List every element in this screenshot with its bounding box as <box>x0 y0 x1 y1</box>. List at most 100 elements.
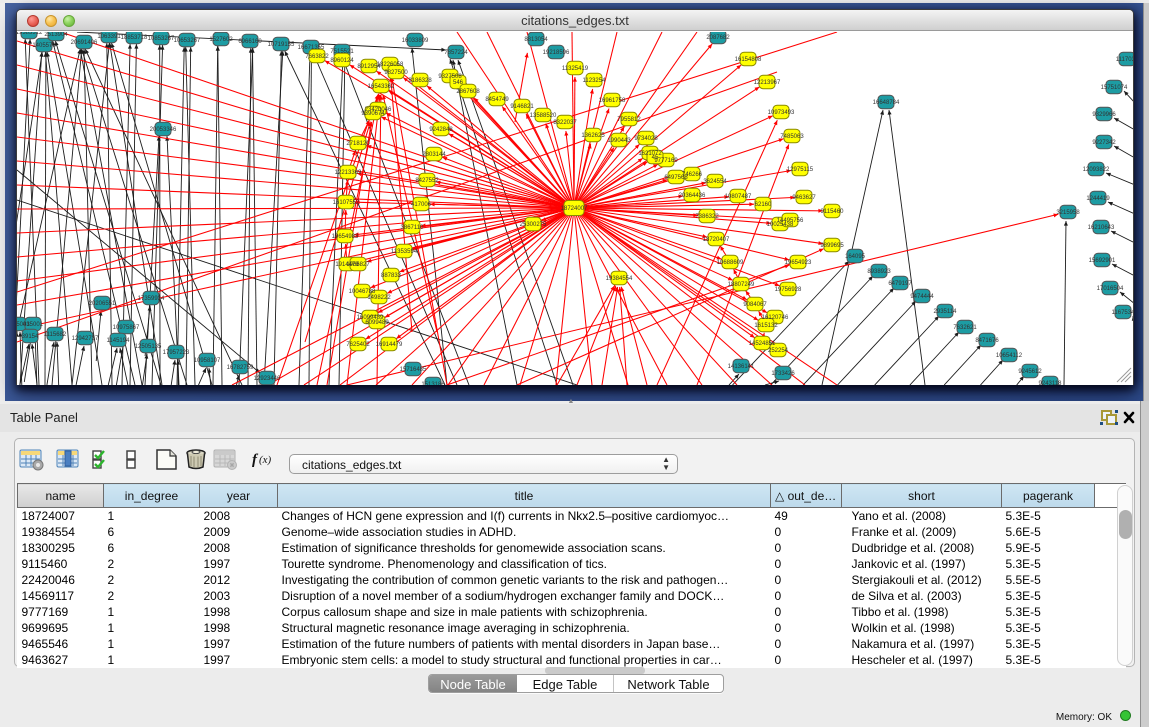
svg-text:15692901: 15692901 <box>1089 258 1116 264</box>
svg-text:62160: 62160 <box>755 202 772 208</box>
svg-text:7857224: 7857224 <box>444 50 468 56</box>
svg-text:7663822: 7663822 <box>305 54 329 60</box>
svg-text:1145194: 1145194 <box>107 338 131 344</box>
svg-text:(x): (x) <box>259 454 272 466</box>
svg-text:10973493: 10973493 <box>768 110 795 116</box>
svg-text:6099489: 6099489 <box>365 320 389 326</box>
svg-text:45: 45 <box>652 155 659 161</box>
svg-text:8960124: 8960124 <box>330 58 354 64</box>
svg-text:8186328: 8186328 <box>408 78 432 84</box>
svg-text:2867608: 2867608 <box>456 89 480 95</box>
svg-text:16210643: 16210643 <box>1088 225 1115 231</box>
svg-text:16782759: 16782759 <box>227 365 254 371</box>
svg-text:1362625: 1362625 <box>581 133 605 139</box>
svg-text:19384554: 19384554 <box>606 276 633 282</box>
svg-text:7625402: 7625402 <box>346 342 370 348</box>
svg-text:19756928: 19756928 <box>775 287 802 293</box>
svg-text:8322037: 8322037 <box>553 120 577 126</box>
svg-text:417006: 417006 <box>411 202 432 208</box>
svg-text:20053346: 20053346 <box>150 127 177 133</box>
svg-text:2935114: 2935114 <box>934 309 958 315</box>
svg-text:1123254: 1123254 <box>583 78 607 84</box>
svg-text:14136141: 14136141 <box>728 364 755 370</box>
svg-text:10654112: 10654112 <box>996 353 1023 359</box>
svg-text:8427552: 8427552 <box>415 178 439 184</box>
svg-text:18807249: 18807249 <box>728 282 755 288</box>
svg-text:10653267: 10653267 <box>174 38 201 44</box>
svg-text:1498222: 1498222 <box>367 295 391 301</box>
svg-text:7955812: 7955812 <box>617 117 641 123</box>
svg-text:12975115: 12975115 <box>787 167 814 173</box>
svg-text:3867110: 3867110 <box>401 225 425 231</box>
svg-text:14495756: 14495756 <box>777 218 804 224</box>
svg-text:10958107: 10958107 <box>194 358 221 364</box>
svg-text:1063391: 1063391 <box>97 34 121 40</box>
svg-text:12942737: 12942737 <box>72 336 99 342</box>
svg-text:20691406: 20691406 <box>71 40 98 46</box>
svg-text:7386322: 7386322 <box>695 214 719 220</box>
svg-text:9115460: 9115460 <box>821 209 845 215</box>
svg-text:9734028: 9734028 <box>634 136 658 142</box>
svg-text:2718120: 2718120 <box>346 141 370 147</box>
svg-text:887833: 887833 <box>381 273 402 279</box>
svg-text:15751074: 15751074 <box>1101 85 1128 91</box>
svg-text:16961758: 16961758 <box>599 98 626 104</box>
svg-text:11353594: 11353594 <box>391 249 418 255</box>
svg-text:16120746: 16120746 <box>762 315 789 321</box>
svg-text:2513904: 2513904 <box>44 32 68 38</box>
svg-text:8938923: 8938923 <box>867 269 891 275</box>
svg-text:16154808: 16154808 <box>735 57 762 63</box>
svg-text:1244419: 1244419 <box>1086 196 1110 202</box>
svg-text:1167534: 1167534 <box>1112 310 1133 316</box>
svg-text:10975867: 10975867 <box>113 325 140 331</box>
svg-text:6479197: 6479197 <box>888 281 912 287</box>
svg-text:8813054: 8813054 <box>524 37 548 43</box>
svg-text:7632621: 7632621 <box>953 325 977 331</box>
svg-text:9227342: 9227342 <box>1092 140 1116 146</box>
svg-text:15716485: 15716485 <box>400 367 427 373</box>
svg-text:1117034: 1117034 <box>1116 57 1133 63</box>
svg-text:20206551: 20206551 <box>89 301 116 307</box>
svg-text:1966827: 1966827 <box>346 262 370 268</box>
svg-text:9146821: 9146821 <box>510 104 534 110</box>
svg-text:8471676: 8471676 <box>975 338 999 344</box>
svg-text:9242848: 9242848 <box>429 127 453 133</box>
svg-text:16543362: 16543362 <box>368 84 395 90</box>
svg-text:16033809: 16033809 <box>402 38 429 44</box>
svg-text:6966160: 6966160 <box>238 39 262 45</box>
svg-text:1990443: 1990443 <box>607 138 631 144</box>
svg-text:3215958: 3215958 <box>1056 210 1080 216</box>
svg-text:19654923: 19654923 <box>785 260 812 266</box>
svg-text:17359934: 17359934 <box>138 296 165 302</box>
svg-text:18853718: 18853718 <box>121 35 148 41</box>
svg-text:10807487: 10807487 <box>725 194 752 200</box>
svg-text:1621072: 1621072 <box>638 151 662 157</box>
svg-text:435001: 435001 <box>23 322 44 328</box>
svg-text:12505135: 12505135 <box>135 344 162 350</box>
svg-text:16648784: 16648784 <box>873 100 900 106</box>
svg-text:10719155: 10719155 <box>268 42 295 48</box>
svg-text:12213967: 12213967 <box>754 80 781 86</box>
svg-text:8454749: 8454749 <box>485 97 509 103</box>
svg-text:f: f <box>252 452 259 468</box>
svg-text:20364436: 20364436 <box>679 193 706 199</box>
svg-text:17957223: 17957223 <box>163 350 190 356</box>
svg-text:25300275: 25300275 <box>520 222 547 228</box>
svg-text:9474444: 9474444 <box>910 294 934 300</box>
svg-text:10853267: 10853267 <box>148 36 175 42</box>
svg-text:9245612: 9245612 <box>1018 369 1042 375</box>
svg-text:7485063: 7485063 <box>780 134 804 140</box>
svg-text:2803144: 2803144 <box>422 152 446 158</box>
svg-text:39154: 39154 <box>22 334 39 340</box>
svg-text:17016504: 17016504 <box>1097 286 1124 292</box>
svg-text:1733426: 1733426 <box>771 371 795 377</box>
svg-text:11325419: 11325419 <box>562 66 589 72</box>
svg-text:9243118: 9243118 <box>1039 381 1063 385</box>
svg-text:13588520: 13588520 <box>530 113 557 119</box>
svg-text:16107552: 16107552 <box>333 200 360 206</box>
svg-text:252254: 252254 <box>768 348 789 354</box>
svg-text:18724007: 18724007 <box>561 206 588 212</box>
svg-text:19654983: 19654983 <box>332 234 359 240</box>
svg-text:1527602: 1527602 <box>209 37 233 43</box>
svg-text:164095: 164095 <box>845 254 866 260</box>
